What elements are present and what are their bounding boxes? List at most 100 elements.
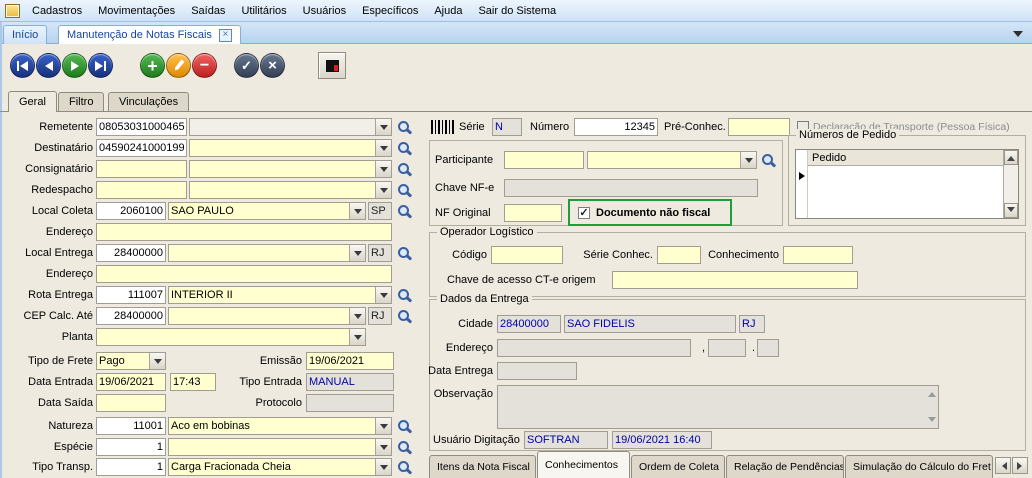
tipo-transp-combo[interactable]: Carga Fracionada Cheia xyxy=(168,458,392,476)
tab-ordem-coleta[interactable]: Ordem de Coleta xyxy=(631,455,725,478)
tipo-transp-search-icon[interactable] xyxy=(397,460,412,475)
tab-inicio[interactable]: Início xyxy=(3,25,48,44)
remetente-combo[interactable] xyxy=(189,118,392,136)
data-entrada-time-field[interactable]: 17:43 xyxy=(170,373,216,391)
tab-manutencao-notas-fiscais[interactable]: Manutenção de Notas Fiscais × xyxy=(58,25,241,44)
last-record-button[interactable] xyxy=(88,53,113,78)
tab-conhecimentos[interactable]: Conhecimentos xyxy=(537,451,630,478)
local-entrega-search-icon[interactable] xyxy=(397,246,412,261)
tab-relacao-pendencias[interactable]: Relação de Pendências xyxy=(726,455,844,478)
menu-sair-do-sistema[interactable]: Sair do Sistema xyxy=(470,2,564,20)
consignatario-combo[interactable] xyxy=(189,160,392,178)
dropdown-arrow-icon[interactable] xyxy=(349,329,365,345)
dropdown-arrow-icon[interactable] xyxy=(375,459,391,475)
local-entrega-code-field[interactable]: 28400000 xyxy=(96,244,166,262)
delete-record-button[interactable]: − xyxy=(192,53,217,78)
remetente-code-field[interactable]: 08053031000465 xyxy=(96,118,187,136)
rota-entrega-code-field[interactable]: 111007 xyxy=(96,286,166,304)
dropdown-arrow-icon[interactable] xyxy=(375,439,391,455)
remetente-search-icon[interactable] xyxy=(397,120,412,135)
dropdown-arrow-icon[interactable] xyxy=(349,308,365,324)
tab-geral[interactable]: Geral xyxy=(8,91,57,112)
tab-vinculacoes[interactable]: Vinculações xyxy=(108,92,190,111)
redespacho-search-icon[interactable] xyxy=(397,183,412,198)
emissao-field[interactable]: 19/06/2021 xyxy=(306,352,394,370)
destinatario-combo[interactable] xyxy=(189,139,392,157)
dropdown-arrow-icon[interactable] xyxy=(740,152,756,168)
dropdown-arrow-icon[interactable] xyxy=(375,140,391,156)
serie-conhec-field[interactable] xyxy=(657,246,701,264)
local-entrega-combo[interactable] xyxy=(168,244,366,262)
menu-utilitarios[interactable]: Utilitários xyxy=(233,2,294,20)
cancel-button[interactable]: × xyxy=(260,53,285,78)
rota-entrega-search-icon[interactable] xyxy=(397,288,412,303)
edit-record-button[interactable] xyxy=(166,53,191,78)
pedido-scrollbar[interactable] xyxy=(1003,150,1018,218)
endereco-coleta-field[interactable] xyxy=(96,223,392,241)
pedido-column-header[interactable]: Pedido xyxy=(808,150,1004,166)
menu-ajuda[interactable]: Ajuda xyxy=(426,2,470,20)
close-tab-icon[interactable]: × xyxy=(218,28,232,42)
local-coleta-combo[interactable]: SAO PAULO xyxy=(168,202,366,220)
dropdown-arrow-icon[interactable] xyxy=(349,245,365,261)
endereco-entrega-field[interactable] xyxy=(96,265,392,283)
local-coleta-code-field[interactable]: 2060100 xyxy=(96,202,166,220)
tab-itens-nota-fiscal[interactable]: Itens da Nota Fiscal xyxy=(429,455,536,478)
menu-usuarios[interactable]: Usuários xyxy=(295,2,354,20)
documento-nao-fiscal-checkbox[interactable]: ✓ xyxy=(578,206,590,219)
destinatario-search-icon[interactable] xyxy=(397,141,412,156)
tab-simulacao-calculo-frete[interactable]: Simulação do Cálculo do Fret xyxy=(845,455,993,478)
tabs-scroll-right-button[interactable] xyxy=(1012,457,1028,474)
scroll-up-button[interactable] xyxy=(1004,150,1018,165)
tab-filtro[interactable]: Filtro xyxy=(58,92,105,111)
add-record-button[interactable]: + xyxy=(140,53,165,78)
menu-cadastros[interactable]: Cadastros xyxy=(24,2,90,20)
tipo-transp-code-field[interactable]: 1 xyxy=(96,458,166,476)
especie-code-field[interactable]: 1 xyxy=(96,438,166,456)
data-saida-field[interactable] xyxy=(96,394,166,412)
cep-calc-search-icon[interactable] xyxy=(397,309,412,324)
menu-saidas[interactable]: Saídas xyxy=(183,2,233,20)
redespacho-combo[interactable] xyxy=(189,181,392,199)
first-record-button[interactable] xyxy=(10,53,35,78)
pre-conhec-field[interactable] xyxy=(728,118,790,136)
dropdown-arrow-icon[interactable] xyxy=(349,203,365,219)
confirm-button[interactable]: ✓ xyxy=(234,53,259,78)
cep-calc-code-field[interactable]: 28400000 xyxy=(96,307,166,325)
dropdown-arrow-icon[interactable] xyxy=(149,353,165,369)
dropdown-arrow-icon[interactable] xyxy=(375,161,391,177)
local-coleta-search-icon[interactable] xyxy=(397,204,412,219)
planta-combo[interactable] xyxy=(96,328,366,346)
natureza-code-field[interactable]: 11001 xyxy=(96,417,166,435)
scroll-down-button[interactable] xyxy=(1004,203,1018,218)
device-button[interactable] xyxy=(318,52,346,79)
especie-combo[interactable] xyxy=(168,438,392,456)
codigo-field[interactable] xyxy=(491,246,563,264)
cep-calc-combo[interactable] xyxy=(168,307,366,325)
tabs-scroll-left-button[interactable] xyxy=(995,457,1011,474)
menu-movimentacoes[interactable]: Movimentações xyxy=(90,2,183,20)
participante-code-field[interactable] xyxy=(504,151,584,169)
consignatario-code-field[interactable] xyxy=(96,160,187,178)
menu-especificos[interactable]: Específicos xyxy=(354,2,426,20)
dropdown-arrow-icon[interactable] xyxy=(375,119,391,135)
conhecimento-field[interactable] xyxy=(783,246,853,264)
participante-search-icon[interactable] xyxy=(761,153,776,168)
participante-combo[interactable] xyxy=(587,151,757,169)
previous-record-button[interactable] xyxy=(36,53,61,78)
nf-original-field[interactable] xyxy=(504,204,562,222)
destinatario-code-field[interactable]: 04590241000199 xyxy=(96,139,187,157)
next-record-button[interactable] xyxy=(62,53,87,78)
data-entrada-date-field[interactable]: 19/06/2021 xyxy=(96,373,166,391)
especie-search-icon[interactable] xyxy=(397,440,412,455)
consignatario-search-icon[interactable] xyxy=(397,162,412,177)
tipo-frete-combo[interactable]: Pago xyxy=(96,352,166,370)
redespacho-code-field[interactable] xyxy=(96,181,187,199)
chave-cte-field[interactable] xyxy=(612,271,858,289)
tab-list-dropdown-icon[interactable] xyxy=(1013,31,1023,42)
natureza-combo[interactable]: Aco em bobinas xyxy=(168,417,392,435)
pedido-list[interactable]: Pedido xyxy=(795,149,1019,219)
rota-entrega-combo[interactable]: INTERIOR II xyxy=(168,286,392,304)
natureza-search-icon[interactable] xyxy=(397,419,412,434)
numero-field[interactable]: 12345 xyxy=(574,118,658,136)
